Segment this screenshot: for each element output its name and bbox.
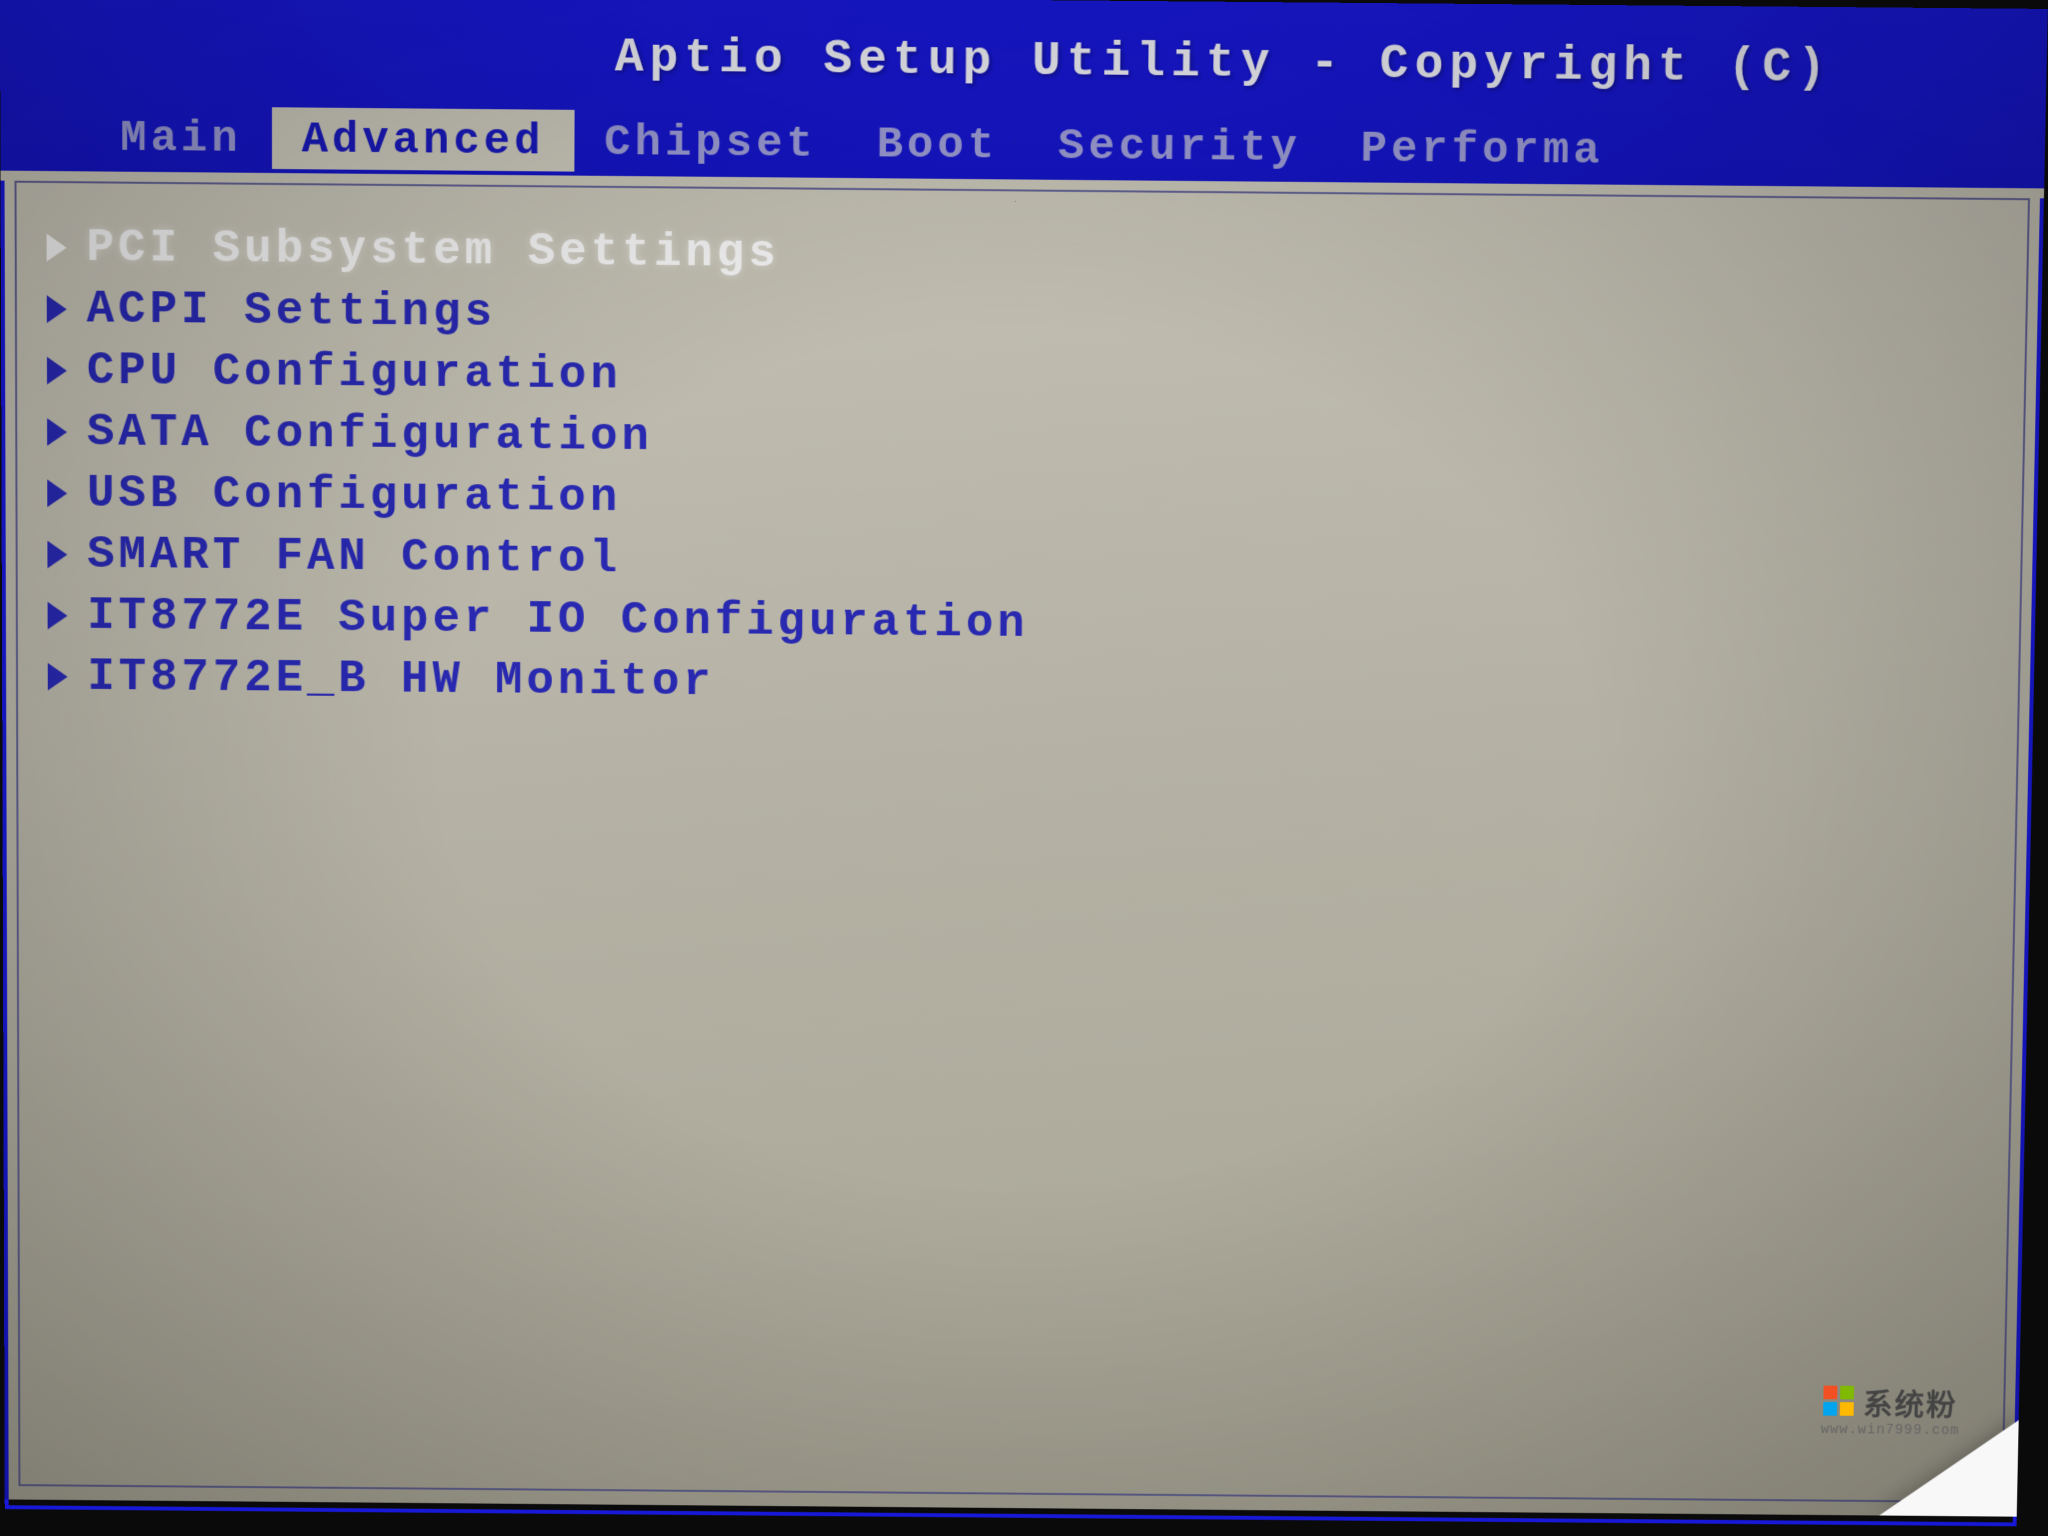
menu-label: ACPI Settings <box>87 284 497 339</box>
menu-label: SATA Configuration <box>87 407 653 463</box>
logo-square <box>1824 1402 1838 1416</box>
watermark-url: www.win7999.com <box>1821 1422 1960 1439</box>
bios-title: Aptio Setup Utility - Copyright (C) <box>0 11 2047 98</box>
bios-screen: Aptio Setup Utility - Copyright (C) Main… <box>0 0 2048 1517</box>
watermark: 系统粉 www.win7999.com <box>1821 1380 1961 1439</box>
logo-square <box>1824 1386 1838 1400</box>
microsoft-logo-icon <box>1824 1386 1856 1417</box>
submenu-arrow-icon <box>47 418 67 446</box>
tab-boot[interactable]: Boot <box>847 112 1029 175</box>
menu-label: CPU Configuration <box>87 345 622 401</box>
submenu-arrow-icon <box>47 295 67 323</box>
tab-main[interactable]: Main <box>90 106 271 169</box>
logo-square <box>1841 1386 1855 1400</box>
bios-header: Aptio Setup Utility - Copyright (C) Main… <box>0 0 2048 188</box>
tab-performance[interactable]: Performa <box>1330 116 1634 180</box>
tab-chipset[interactable]: Chipset <box>574 110 847 174</box>
menu-label: IT8772E Super IO Configuration <box>87 590 1029 649</box>
content-outer-border: PCI Subsystem Settings ACPI Settings CPU… <box>1 181 2044 1527</box>
watermark-row: 系统粉 <box>1823 1380 1958 1424</box>
menu-label: SMART FAN Control <box>87 529 621 585</box>
menu-label: USB Configuration <box>87 468 621 524</box>
logo-square <box>1840 1402 1854 1416</box>
submenu-arrow-icon <box>47 479 67 507</box>
tab-advanced[interactable]: Advanced <box>272 107 575 171</box>
tab-bar: Main Advanced Chipset Boot Security Perf… <box>0 105 2045 185</box>
menu-label: PCI Subsystem Settings <box>86 222 780 280</box>
submenu-arrow-icon <box>47 234 67 262</box>
submenu-arrow-icon <box>47 541 67 569</box>
tab-security[interactable]: Security <box>1028 114 1331 178</box>
content-panel: PCI Subsystem Settings ACPI Settings CPU… <box>15 181 2030 1503</box>
watermark-text: 系统粉 <box>1863 1380 1958 1423</box>
submenu-arrow-icon <box>47 357 67 385</box>
submenu-arrow-icon <box>48 602 68 630</box>
menu-label: IT8772E_B HW Monitor <box>87 651 714 708</box>
submenu-arrow-icon <box>48 663 68 691</box>
advanced-menu-list: PCI Subsystem Settings ACPI Settings CPU… <box>47 218 1998 723</box>
